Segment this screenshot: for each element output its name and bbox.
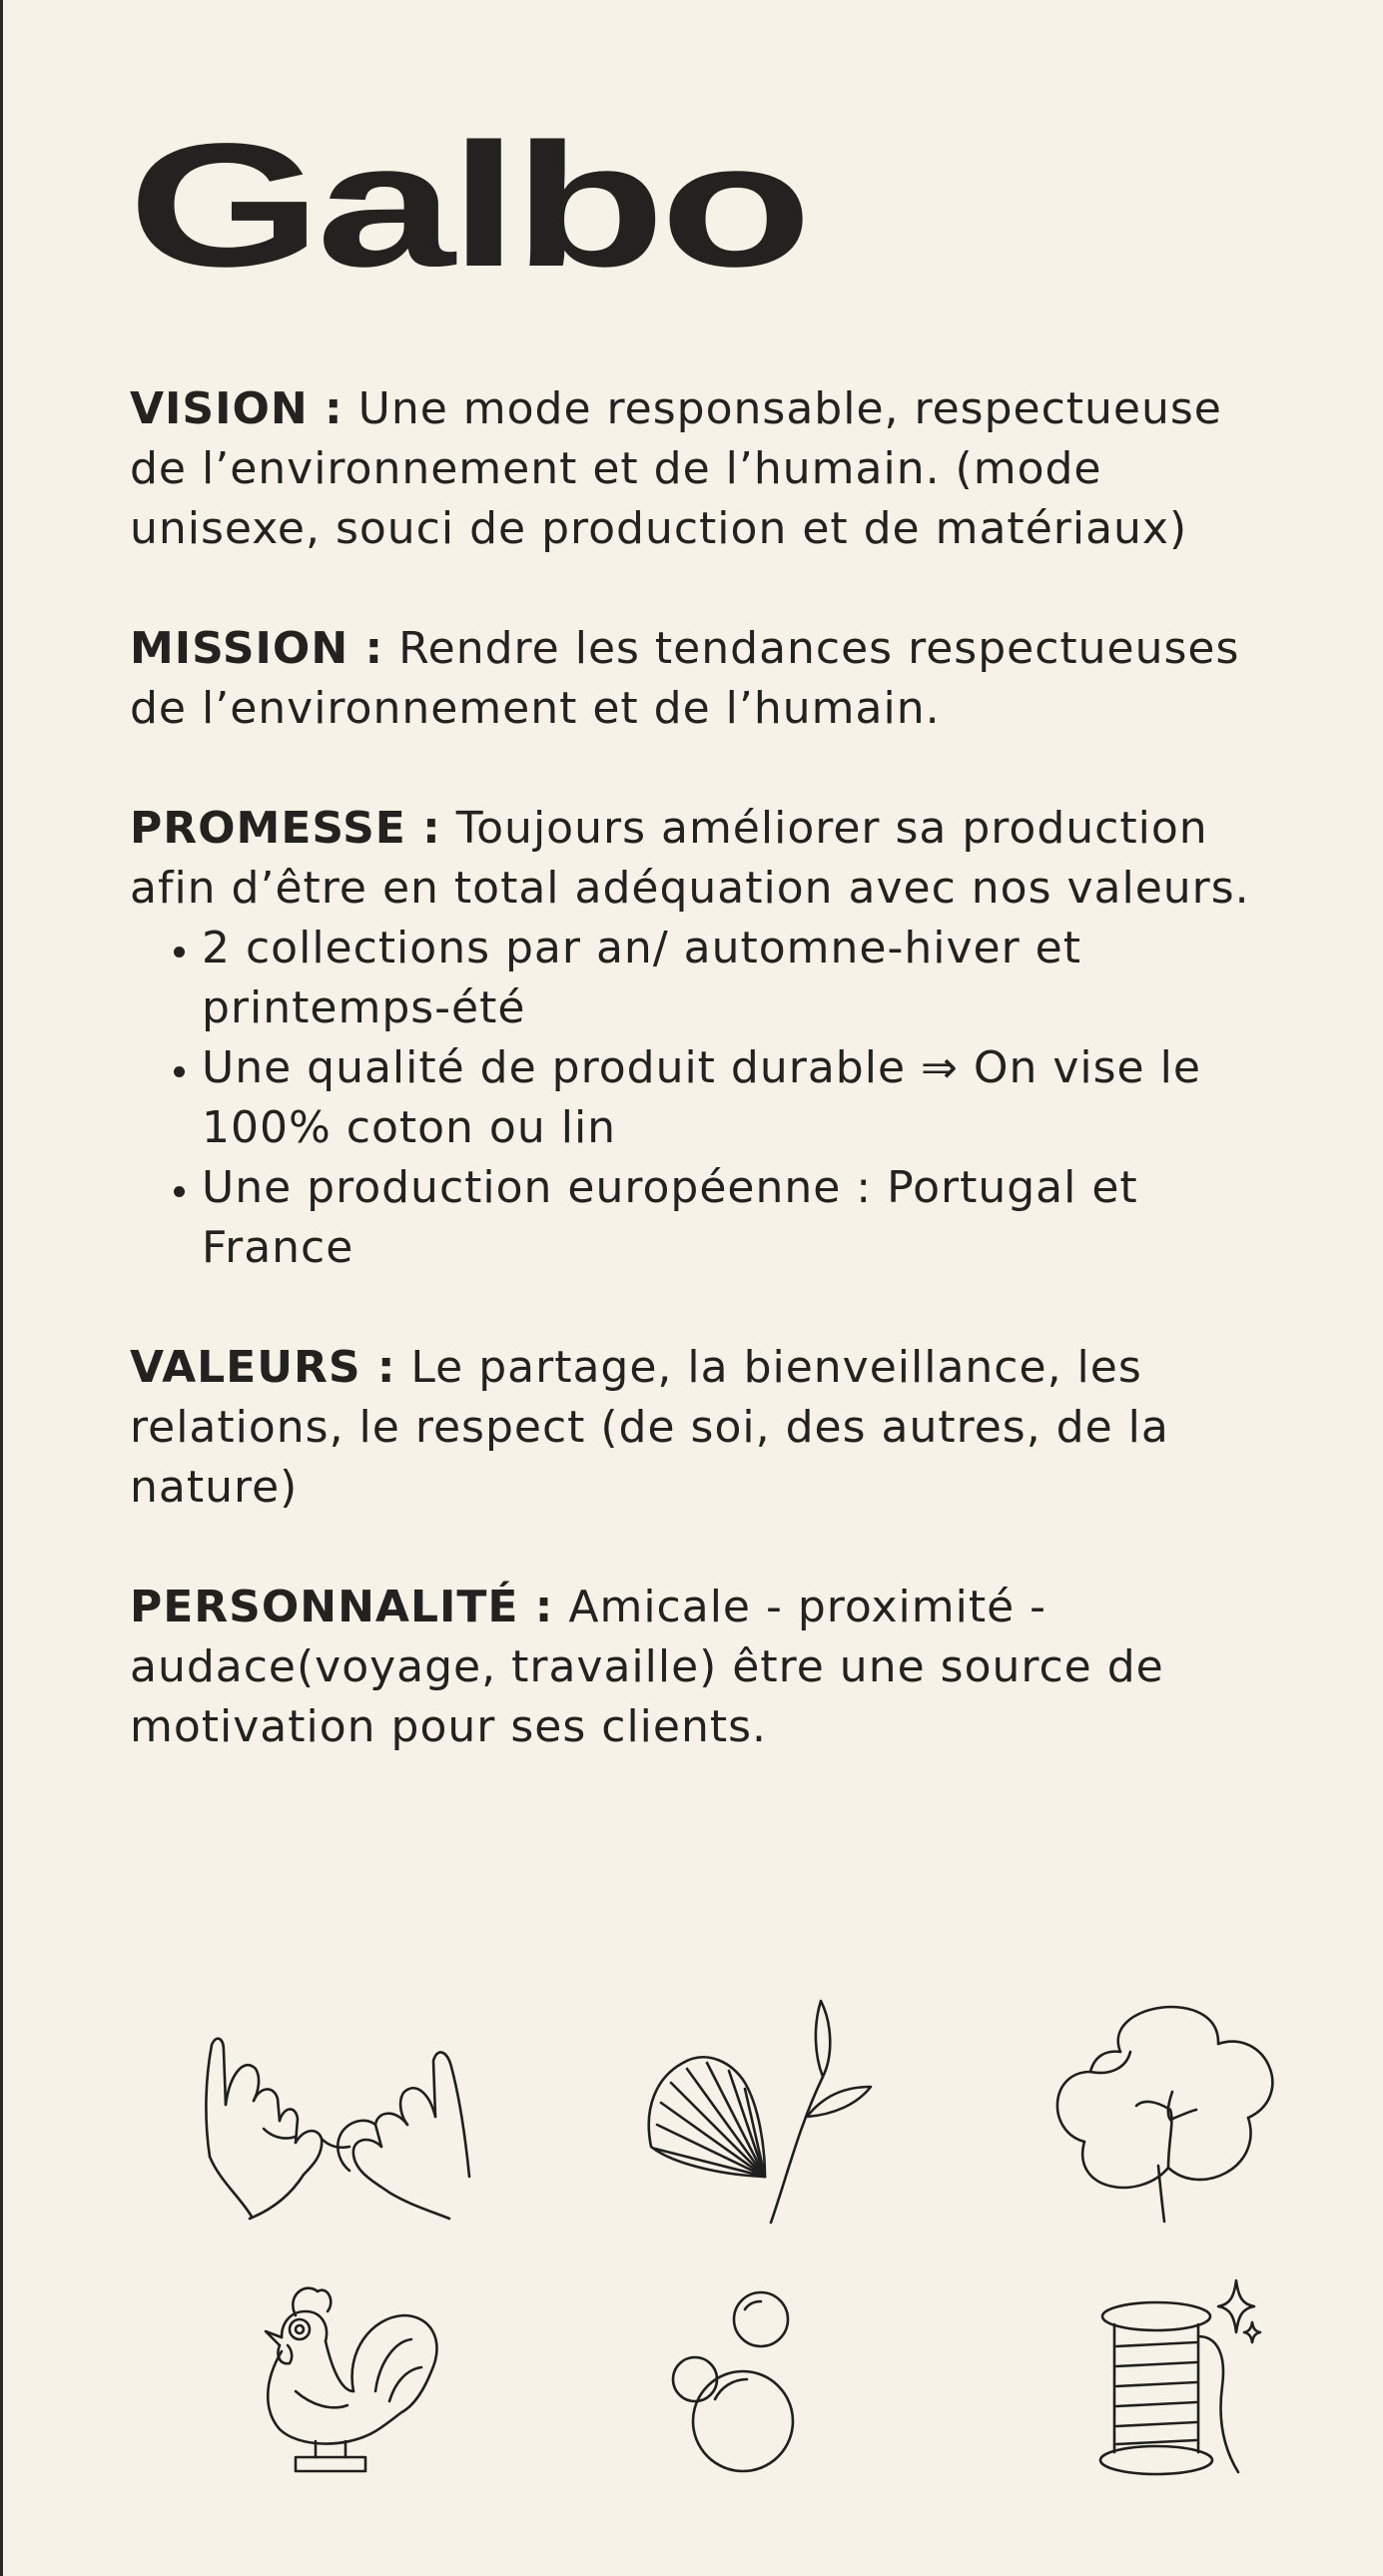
list-item: Une qualité de produit durable ⇒ On vise…: [202, 1038, 1268, 1158]
bubbles-icon: [671, 2290, 795, 2473]
personnalite-label: PERSONNALITÉ :: [130, 1582, 554, 1632]
brand-logo: Galbo: [128, 108, 812, 304]
pinky-promise-hands-icon: [205, 2037, 471, 2221]
promesse-label: PROMESSE :: [130, 803, 441, 854]
promesse-bullet-list: 2 collections par an/ automne-hiver et p…: [130, 919, 1268, 1278]
shell-and-plant-icon: [647, 1999, 873, 2225]
mission-section: MISSION : Rendre les tendances respectue…: [130, 619, 1268, 739]
valeurs-label: VALEURS :: [130, 1342, 396, 1393]
illustration-grid: [0, 1977, 1383, 2496]
mission-label: MISSION :: [130, 623, 384, 674]
list-item: 2 collections par an/ automne-hiver et p…: [202, 919, 1268, 1038]
valeurs-section: VALEURS : Le partage, la bienveillance, …: [130, 1338, 1268, 1518]
list-item: Une production européenne : Portugal et …: [202, 1158, 1268, 1278]
rooster-icon: [264, 2286, 438, 2473]
promesse-section: PROMESSE : Toujours améliorer sa product…: [130, 799, 1268, 919]
personnalite-section: PERSONNALITÉ : Amicale - proximité - aud…: [130, 1578, 1268, 1757]
vision-section: VISION : Une mode responsable, respectue…: [130, 379, 1268, 559]
thread-spool-icon: [1098, 2278, 1262, 2476]
cotton-flower-icon: [1055, 2005, 1274, 2224]
brand-platform: VISION : Une mode responsable, respectue…: [130, 379, 1268, 1817]
vision-label: VISION :: [130, 383, 344, 434]
